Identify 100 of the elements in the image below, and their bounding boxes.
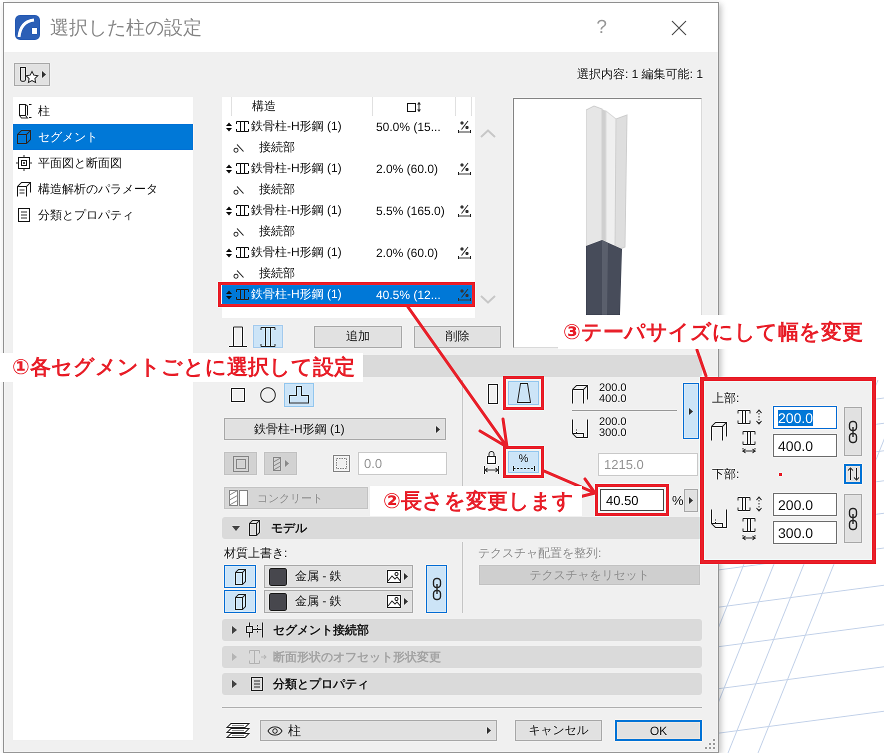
h-beam-icon [236,288,249,301]
percent-button[interactable]: % [508,451,539,473]
angle-icon [233,184,244,194]
row-name: 鉄骨柱-H形鋼 (1) [251,244,343,261]
field-label: テクスチャ配置を整列: [478,546,602,560]
segment-row[interactable]: 接続部 [222,137,475,158]
segment-row[interactable]: 鉄骨柱-H形鋼 (1) 5.5% (165.0) [222,200,475,221]
section-header[interactable]: 分類とプロパティ [222,673,702,695]
row-length: 2.0% (60.0) [376,246,440,260]
document-icon [16,207,32,223]
row-length: 2.0% (60.0) [376,162,440,176]
size-settings-button[interactable] [683,383,699,439]
profile-dropdown[interactable]: 鉄骨柱-H形鋼 (1) [224,418,446,440]
favorites-button[interactable] [14,63,50,86]
caret-icon [404,573,408,580]
caret-icon [42,71,46,78]
sidebar-item[interactable]: 平面図と断面図 [13,150,193,176]
straight-column-button[interactable] [487,382,499,406]
plan-section-icon [16,155,32,171]
unit-menu-button[interactable] [684,488,698,512]
updown-icon [226,290,232,300]
rectangle-column-icon [488,384,498,404]
annotation-label: ①各セグメントごとに選択して設定 [0,353,363,382]
segmented-column-button[interactable] [253,325,283,348]
annotation-label: ②長さを変更します [370,486,582,516]
size-field[interactable]: 300.0 [773,521,837,544]
segment-row[interactable]: 接続部 [222,179,475,200]
chain-icon [848,506,858,530]
h-beam-icon [236,120,249,133]
segment-row[interactable]: 鉄骨柱-H形鋼 (1) 50.0% (15... [222,116,475,137]
sidebar-item[interactable]: セグメント [13,124,193,150]
link-button[interactable] [844,494,862,543]
cuboid-icon [234,568,246,584]
segment-row[interactable]: 接続部 [222,221,475,242]
updown-icon [226,122,232,132]
section-header[interactable]: セグメント接続部 [222,619,702,641]
layer-dropdown[interactable]: 柱 [260,720,497,741]
row-name: 鉄骨柱-H形鋼 (1) [251,202,343,219]
percent-length-icon [458,246,471,259]
override-toggle-button[interactable] [224,590,256,613]
height-icon [406,100,422,112]
selection-info: 選択内容: 1 編集可能: 1 [576,66,703,83]
caret-icon [404,598,408,605]
tapered-column-icon [516,383,530,403]
swap-icon [846,467,860,481]
section-header[interactable]: モデル [222,517,702,539]
percent-length-icon [458,162,471,175]
frame-square-icon [333,455,350,472]
box-top-icon [711,422,727,441]
delete-button[interactable]: 削除 [414,326,501,348]
swap-button[interactable] [844,464,862,484]
size-field[interactable]: 200.0 [773,493,837,516]
cube-icon [16,129,32,145]
segment-row[interactable]: 鉄骨柱-H形鋼 (1) 2.0% (60.0) [222,158,475,179]
frame-structure-icon [16,181,32,197]
angle-icon [233,268,244,278]
row-name: 鉄骨柱-H形鋼 (1) [251,286,343,303]
h-beam-icon [236,246,249,259]
tapered-column-button[interactable] [508,381,539,405]
document-icon [250,676,264,692]
sidebar-item[interactable]: 柱 [13,98,193,124]
column-outline-icon [229,326,247,348]
add-button[interactable]: 追加 [314,326,402,348]
segment-row[interactable]: 鉄骨柱-H形鋼 (1) 2.0% (60.0) [222,242,475,263]
resize-grip-icon [705,739,715,749]
link-button[interactable] [426,565,447,613]
row-name: 接続部 [259,139,295,156]
window-title: 選択した柱の設定 [50,16,203,40]
box-top-icon [572,384,588,404]
chain-icon [848,420,858,444]
percent-length-icon [458,120,471,133]
segmented-column-icon [258,326,278,348]
sidebar-item[interactable]: 分類とプロパティ [13,202,193,228]
row-name: 接続部 [259,223,295,240]
image-icon [387,570,401,583]
group-label: 下部: [711,466,740,482]
override-toggle-button[interactable] [224,565,256,588]
material-dropdown[interactable]: 金属 - 鉄 [264,590,413,613]
size-value: 300.0 [599,428,627,439]
segment-row[interactable]: 接続部 [222,263,475,284]
app-logo-icon [15,15,40,40]
box-bottom-icon [711,509,727,528]
material-dropdown[interactable]: 金属 - 鉄 [264,565,413,588]
offset-icon [247,649,267,665]
close-icon[interactable] [671,20,687,36]
ok-button[interactable]: OK [615,720,702,741]
circle-icon [260,387,276,403]
size-field[interactable]: 400.0 [773,434,837,457]
sidebar-item[interactable]: 構造解析のパラメータ [13,176,193,202]
whole-column-button[interactable] [228,325,248,348]
profile-shape-button[interactable] [284,383,314,407]
cancel-button[interactable]: キャンセル [515,720,602,741]
h-beam-icon [236,204,249,217]
updown-icon [226,164,232,174]
updown-icon [226,206,232,216]
percent-field[interactable]: 40.50 [600,489,664,511]
link-button[interactable] [844,407,862,456]
size-field[interactable]: 200.0 [773,406,837,429]
h-beam-icon [236,162,249,175]
square-icon [230,388,244,402]
